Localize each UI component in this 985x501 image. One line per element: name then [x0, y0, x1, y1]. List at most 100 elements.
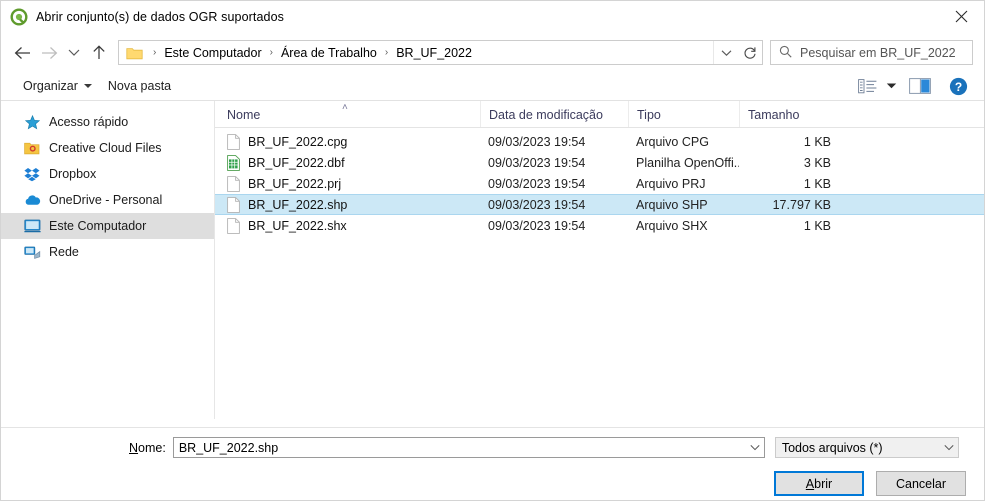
filename-label: Nome:	[129, 441, 166, 455]
open-button[interactable]: Abrir	[774, 471, 864, 496]
back-button[interactable]	[9, 39, 36, 66]
table-row[interactable]: BR_UF_2022.shp 09/03/2023 19:54 Arquivo …	[215, 194, 984, 215]
sidebar-item-label: OneDrive - Personal	[49, 193, 163, 207]
list-view-icon	[857, 78, 876, 93]
close-button[interactable]	[938, 1, 984, 32]
preview-pane-icon	[909, 78, 931, 94]
filename-label-rest: ome:	[138, 440, 166, 455]
file-type: Arquivo SHX	[636, 218, 708, 233]
breadcrumb[interactable]: › Este Computador › Área de Trabalho › B…	[118, 40, 763, 65]
file-open-dialog: Abrir conjunto(s) de dados OGR suportado…	[0, 0, 985, 501]
cancel-label: Cancelar	[895, 476, 947, 491]
file-name: BR_UF_2022.dbf	[248, 155, 345, 170]
chevron-down-icon	[886, 83, 896, 89]
new-folder-label: Nova pasta	[107, 79, 172, 93]
generic-file-icon	[227, 175, 241, 192]
up-button[interactable]	[85, 39, 112, 66]
table-row[interactable]: BR_UF_2022.prj 09/03/2023 19:54 Arquivo …	[215, 173, 984, 194]
dropbox-icon	[23, 166, 41, 182]
breadcrumb-item-area-de-trabalho[interactable]: Área de Trabalho	[279, 46, 379, 60]
column-header-data-de-modificacao[interactable]: Data de modificação	[480, 101, 628, 127]
sidebar-item-onedrive-personal[interactable]: OneDrive - Personal	[1, 187, 214, 213]
table-row[interactable]: BR_UF_2022.shx 09/03/2023 19:54 Arquivo …	[215, 215, 984, 236]
file-name-cell: BR_UF_2022.cpg	[215, 133, 480, 150]
organize-button[interactable]: Organizar	[15, 76, 100, 96]
sidebar-item-este-computador[interactable]: Este Computador	[1, 213, 214, 239]
table-row[interactable]: BR_UF_2022.dbf 09/03/2023 19:54 Planilha…	[215, 152, 984, 173]
cloud-icon	[23, 192, 41, 208]
view-mode-button[interactable]	[852, 74, 882, 98]
file-size: 1 KB	[803, 176, 831, 191]
open-label-accel: A	[805, 476, 815, 491]
organize-label: Organizar	[23, 79, 78, 93]
generic-file-icon	[227, 196, 241, 213]
file-name: BR_UF_2022.prj	[248, 176, 342, 191]
view-controls: ?	[852, 74, 976, 98]
chevron-down-icon	[83, 84, 92, 88]
file-size: 1 KB	[803, 218, 831, 233]
file-list-pane: Nome ˄ Data de modificação Tipo Tamanho	[215, 101, 984, 419]
column-header-tamanho[interactable]: Tamanho	[739, 101, 849, 127]
filename-label-accel: N	[129, 440, 139, 455]
dialog-footer: Nome: BR_UF_2022.shp Todos arquivos (*)	[1, 427, 984, 500]
filename-input[interactable]: BR_UF_2022.shp	[172, 437, 765, 458]
generic-file-icon	[227, 133, 241, 150]
sidebar-item-label: Creative Cloud Files	[49, 141, 162, 155]
breadcrumb-item-este-computador[interactable]: Este Computador	[162, 46, 263, 60]
forward-button[interactable]	[36, 39, 63, 66]
file-type-filter-value: Todos arquivos (*)	[781, 440, 883, 455]
chevron-down-icon[interactable]	[941, 444, 958, 451]
file-rows: BR_UF_2022.cpg 09/03/2023 19:54 Arquivo …	[215, 128, 984, 419]
file-date: 09/03/2023 19:54	[488, 218, 586, 233]
cancel-button[interactable]: Cancelar	[876, 471, 966, 496]
file-type: Planilha OpenOffi...	[636, 155, 739, 170]
file-type: Arquivo SHP	[636, 197, 708, 212]
generic-file-icon	[227, 217, 241, 234]
file-name-cell: BR_UF_2022.shx	[215, 217, 480, 234]
refresh-button[interactable]	[738, 41, 762, 64]
breadcrumb-separator: ›	[384, 47, 389, 58]
file-name: BR_UF_2022.shx	[248, 218, 347, 233]
folder-icon	[126, 46, 143, 60]
file-size: 1 KB	[803, 134, 831, 149]
sidebar-item-acesso-rapido[interactable]: Acesso rápido	[1, 109, 214, 135]
file-date: 09/03/2023 19:54	[488, 197, 586, 212]
new-folder-button[interactable]: Nova pasta	[100, 76, 179, 96]
preview-pane-button[interactable]	[900, 74, 940, 98]
column-label: Tamanho	[748, 108, 800, 122]
filename-value: BR_UF_2022.shp	[178, 440, 279, 455]
table-row[interactable]: BR_UF_2022.cpg 09/03/2023 19:54 Arquivo …	[215, 131, 984, 152]
search-input[interactable]: Pesquisar em BR_UF_2022	[770, 40, 973, 65]
sidebar-item-dropbox[interactable]: Dropbox	[1, 161, 214, 187]
column-header-tipo[interactable]: Tipo	[628, 101, 739, 127]
arrow-up-icon	[92, 45, 105, 59]
open-label-rest: brir	[814, 476, 833, 491]
file-name-cell: BR_UF_2022.dbf	[215, 154, 480, 171]
file-name-cell: BR_UF_2022.shp	[215, 196, 480, 213]
sidebar-item-label: Acesso rápido	[49, 115, 129, 129]
dialog-body: Acesso rápido Creative Cloud Files Dropb…	[1, 101, 984, 419]
spreadsheet-file-icon	[227, 154, 241, 171]
file-type-filter-select[interactable]: Todos arquivos (*)	[774, 437, 959, 458]
arrow-right-icon	[42, 46, 58, 59]
breadcrumb-dropdown-button[interactable]	[713, 41, 738, 64]
breadcrumb-item-br-uf-2022[interactable]: BR_UF_2022	[394, 46, 474, 60]
folder-cc-icon	[23, 140, 41, 156]
column-label: Tipo	[637, 108, 661, 122]
file-date: 09/03/2023 19:54	[488, 176, 586, 191]
help-button[interactable]: ?	[940, 74, 976, 98]
chevron-down-icon[interactable]	[747, 444, 764, 451]
network-icon	[23, 244, 41, 260]
column-header-nome[interactable]: Nome ˄	[215, 101, 480, 127]
qgis-logo-icon	[10, 7, 28, 26]
sidebar-item-rede[interactable]: Rede	[1, 239, 214, 265]
breadcrumb-separator: ›	[269, 47, 273, 58]
file-size: 17.797 KB	[772, 197, 831, 212]
file-size: 3 KB	[803, 155, 831, 170]
sidebar-item-label: Este Computador	[49, 219, 147, 233]
sidebar-item-creative-cloud-files[interactable]: Creative Cloud Files	[1, 135, 214, 161]
recent-locations-button[interactable]	[63, 39, 85, 66]
view-mode-dropdown[interactable]	[882, 74, 900, 98]
chevron-down-icon	[68, 49, 80, 56]
svg-text:?: ?	[954, 80, 961, 94]
